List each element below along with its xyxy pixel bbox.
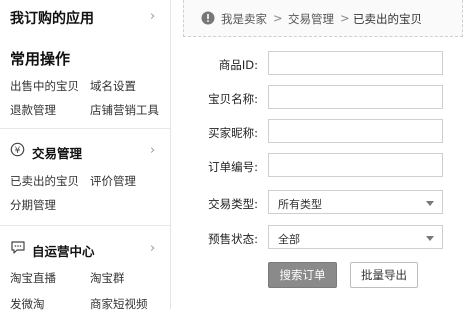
trade-mgmt-title[interactable]: 交易管理 [32, 143, 82, 162]
sidebar-item-review-mgmt[interactable]: 评价管理 [90, 173, 136, 189]
sidebar-item-store-marketing[interactable]: 店铺营销工具 [90, 102, 159, 118]
buyer-nick-input[interactable] [268, 119, 443, 143]
sidebar-item-domain-settings[interactable]: 域名设置 [90, 78, 136, 94]
sidebar-item-sold-items[interactable]: 已卖出的宝贝 [10, 173, 79, 189]
sidebar-item-refund-mgmt[interactable]: 退款管理 [10, 102, 56, 118]
buyer-nick-label: 买家昵称: [208, 126, 258, 140]
chat-bubble-icon [10, 240, 26, 259]
sidebar: 我订购的应用 › 常用操作 出售中的宝贝 域名设置 退款管理 店铺营销工具 ¥ … [0, 0, 171, 312]
dropdown-caret-icon [426, 201, 434, 206]
presale-status-select[interactable]: 全部 [268, 225, 443, 249]
order-no-input[interactable] [268, 153, 443, 177]
self-op-title[interactable]: 自运营中心 [32, 241, 95, 260]
svg-text:¥: ¥ [15, 146, 21, 156]
search-orders-button[interactable]: 搜索订单 [268, 262, 337, 288]
presale-status-value: 全部 [278, 233, 300, 246]
sidebar-item-weitao[interactable]: 发微淘 [10, 296, 45, 312]
dropdown-caret-icon [426, 236, 434, 241]
batch-export-button[interactable]: 批量导出 [350, 262, 418, 288]
sidebar-item-taobao-live[interactable]: 淘宝直播 [10, 270, 56, 286]
product-name-label: 宝贝名称: [208, 92, 258, 106]
breadcrumb: 我是卖家 > 交易管理 > 已卖出的宝贝 [183, 0, 463, 37]
presale-status-label: 预售状态: [208, 232, 258, 246]
sidebar-item-taobao-group[interactable]: 淘宝群 [90, 270, 125, 286]
sidebar-item-selling-items[interactable]: 出售中的宝贝 [10, 78, 79, 94]
sidebar-item-installment-mgmt[interactable]: 分期管理 [10, 197, 56, 213]
chevron-right-icon[interactable]: › [150, 9, 155, 24]
chevron-right-icon[interactable]: › [150, 143, 155, 158]
my-apps-title[interactable]: 我订购的应用 [10, 8, 94, 28]
info-icon [201, 10, 215, 29]
product-id-input[interactable] [268, 51, 443, 75]
sidebar-item-short-video[interactable]: 商家短视频 [90, 296, 148, 312]
breadcrumb-item-sold-items: 已卖出的宝贝 [353, 12, 422, 26]
breadcrumb-separator: > [273, 11, 283, 25]
divider [0, 128, 170, 129]
trade-type-label: 交易类型: [208, 197, 258, 211]
breadcrumb-item-seller[interactable]: 我是卖家 [221, 11, 267, 27]
product-name-input[interactable] [268, 85, 443, 109]
trade-type-value: 所有类型 [278, 198, 322, 211]
divider [0, 225, 170, 226]
order-no-label: 订单编号: [208, 160, 258, 174]
chevron-right-icon[interactable]: › [150, 241, 155, 256]
breadcrumb-item-trade-mgmt[interactable]: 交易管理 [288, 11, 334, 27]
breadcrumb-separator: > [340, 11, 350, 25]
common-ops-title: 常用操作 [10, 50, 71, 68]
product-id-label: 商品ID: [218, 58, 258, 72]
trade-type-select[interactable]: 所有类型 [268, 190, 443, 214]
currency-icon: ¥ [10, 142, 25, 161]
